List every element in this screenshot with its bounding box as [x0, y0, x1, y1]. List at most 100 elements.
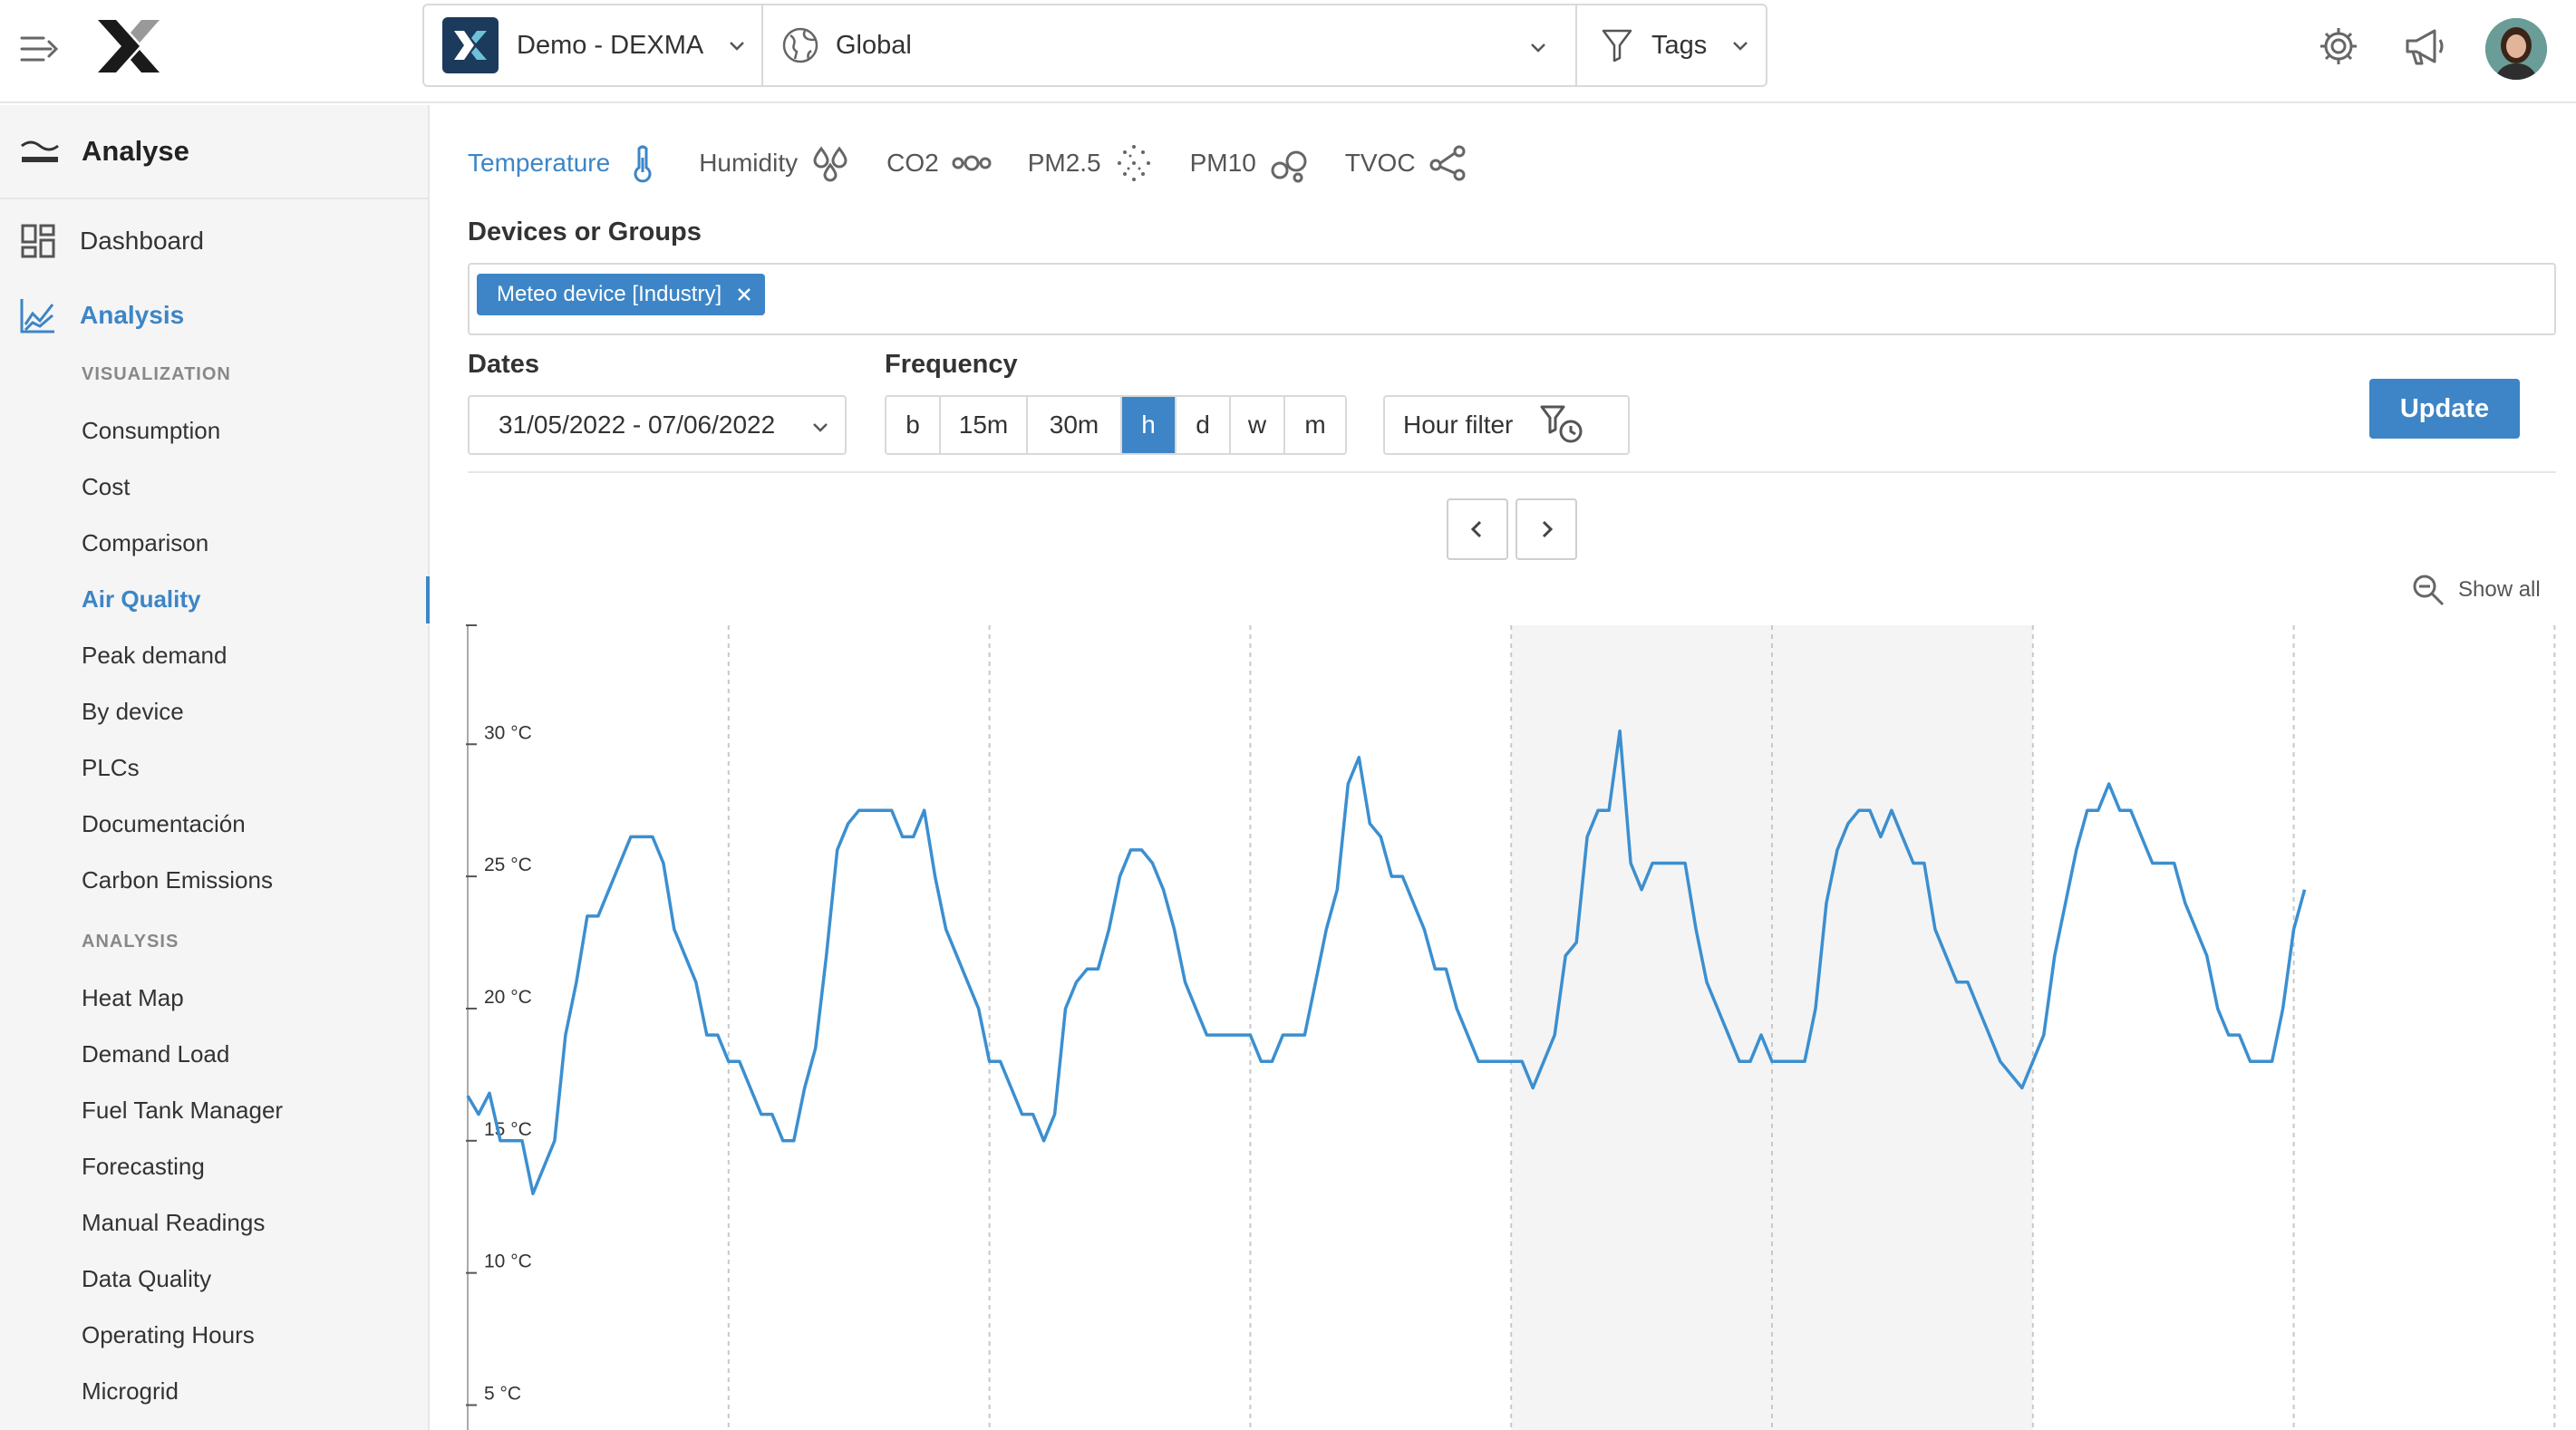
tags-filter[interactable]: Tags: [1577, 5, 1766, 85]
hour-filter-label: Hour filter: [1403, 411, 1514, 439]
temperature-chart[interactable]: 30 °C 25 °C 20 °C 15 °C 10 °C 5 °C: [453, 616, 2576, 1430]
molecule-icon: [952, 155, 992, 171]
chevron-left-icon: [1470, 520, 1482, 538]
devices-label: Devices or Groups: [468, 217, 702, 246]
y-tick-label: 10 °C: [484, 1251, 532, 1272]
nav-microgrid[interactable]: Microgrid: [82, 1377, 179, 1406]
account-logo-icon: [442, 17, 499, 73]
zoom-out-icon: [2413, 575, 2445, 606]
tab-temperature[interactable]: Temperature: [468, 143, 663, 183]
next-period-button[interactable]: [1516, 498, 1577, 560]
y-tick-label: 25 °C: [484, 855, 532, 875]
nav-demand-load[interactable]: Demand Load: [82, 1040, 229, 1068]
tab-co2[interactable]: CO2: [886, 143, 992, 183]
sidebar-header-label: Analyse: [82, 135, 189, 167]
update-button[interactable]: Update: [2369, 379, 2520, 439]
y-tick-label: 30 °C: [484, 722, 532, 743]
location-selector[interactable]: Global: [763, 5, 1577, 85]
nav-manual-readings[interactable]: Manual Readings: [82, 1209, 265, 1237]
previous-period-button[interactable]: [1447, 498, 1508, 560]
nav-dashboard-label: Dashboard: [80, 227, 204, 255]
tab-tvoc[interactable]: TVOC: [1345, 143, 1468, 183]
nav-plcs[interactable]: PLCs: [82, 754, 140, 782]
nav-analysis-label: Analysis: [80, 301, 185, 329]
chevron-down-icon: [1733, 42, 1748, 51]
dashboard-icon: [21, 224, 55, 258]
show-all-button[interactable]: Show all: [2411, 573, 2541, 607]
section-title-visualization: VISUALIZATION: [82, 364, 231, 384]
nav-fuel-tank-manager[interactable]: Fuel Tank Manager: [82, 1097, 283, 1125]
context-selector: Demo - DEXMA Global Tags: [422, 4, 1767, 87]
freq-d-button[interactable]: d: [1177, 397, 1231, 453]
menu-toggle-icon[interactable]: [18, 27, 62, 71]
account-label: Demo - DEXMA: [517, 30, 704, 60]
freq-30m-button[interactable]: 30m: [1028, 397, 1122, 453]
share-icon: [1429, 145, 1466, 181]
globe-icon: [782, 27, 818, 63]
nav-comparison[interactable]: Comparison: [82, 529, 208, 557]
nav-dashboard[interactable]: Dashboard: [20, 223, 204, 259]
chevron-down-icon: [1531, 43, 1545, 53]
freq-h-button[interactable]: h: [1122, 397, 1177, 453]
analyse-icon: [21, 140, 59, 162]
freq-m-button[interactable]: m: [1285, 397, 1345, 453]
tab-pm25-label: PM2.5: [1027, 149, 1101, 177]
sidebar-header[interactable]: Analyse: [0, 105, 430, 199]
y-tick-label: 5 °C: [484, 1383, 521, 1404]
date-range-select[interactable]: 31/05/2022 - 07/06/2022: [468, 395, 847, 455]
thermometer-icon: [634, 145, 652, 183]
sidebar: Analyse Dashboard Analysis VISUALIZATION…: [0, 105, 430, 1430]
droplets-icon: [813, 146, 847, 182]
nav-by-device[interactable]: By device: [82, 698, 184, 726]
tab-co2-label: CO2: [886, 149, 939, 177]
tab-pm10[interactable]: PM10: [1190, 143, 1309, 183]
tab-pm25[interactable]: PM2.5: [1028, 143, 1154, 183]
bubbles-icon: [1271, 150, 1307, 183]
filters-divider: [468, 471, 2556, 473]
section-title-analysis: ANALYSIS: [82, 932, 179, 952]
dexma-logo[interactable]: [94, 16, 163, 76]
nav-operating-hours[interactable]: Operating Hours: [82, 1321, 255, 1349]
gear-icon[interactable]: [2316, 24, 2361, 69]
freq-15m-button[interactable]: 15m: [941, 397, 1028, 453]
nav-air-quality[interactable]: Air Quality: [82, 585, 200, 614]
metric-tabs: Temperature Humidity CO2 PM2.5 PM10 TVOC: [468, 140, 1505, 187]
nav-carbon-emissions[interactable]: Carbon Emissions: [82, 866, 273, 894]
device-chip[interactable]: Meteo device [Industry]: [477, 274, 766, 315]
device-chip-label: Meteo device [Industry]: [497, 282, 722, 306]
show-all-label: Show all: [2458, 577, 2541, 602]
chevron-down-icon: [813, 423, 828, 432]
tags-label: Tags: [1651, 30, 1708, 60]
tab-tvoc-label: TVOC: [1344, 149, 1416, 177]
nav-documentacion[interactable]: Documentación: [82, 810, 246, 838]
nav-forecasting[interactable]: Forecasting: [82, 1153, 205, 1181]
nav-peak-demand[interactable]: Peak demand: [82, 642, 227, 670]
chevron-right-icon: [1542, 520, 1554, 538]
tab-pm10-label: PM10: [1189, 149, 1256, 177]
account-selector[interactable]: Demo - DEXMA: [424, 5, 763, 85]
active-indicator: [426, 576, 430, 623]
filter-icon: [1602, 29, 1632, 63]
nav-consumption[interactable]: Consumption: [82, 417, 220, 445]
nav-data-quality[interactable]: Data Quality: [82, 1265, 211, 1293]
nav-heat-map[interactable]: Heat Map: [82, 984, 184, 1012]
close-icon[interactable]: [736, 286, 752, 303]
frequency-buttons: b 15m 30m h d w m: [885, 395, 1347, 455]
devices-input[interactable]: Meteo device [Industry]: [468, 263, 2556, 335]
freq-b-button[interactable]: b: [886, 397, 941, 453]
weekend-band: [1511, 625, 1772, 1430]
dates-label: Dates: [468, 350, 539, 379]
megaphone-icon[interactable]: [2402, 24, 2447, 69]
chevron-down-icon: [730, 42, 745, 51]
hour-filter-button[interactable]: Hour filter: [1383, 395, 1630, 455]
tab-temperature-label: Temperature: [468, 149, 611, 177]
y-tick-label: 20 °C: [484, 987, 532, 1008]
date-range-value: 31/05/2022 - 07/06/2022: [499, 411, 776, 439]
nav-analysis[interactable]: Analysis: [20, 297, 184, 333]
user-avatar[interactable]: [2485, 18, 2547, 80]
freq-w-button[interactable]: w: [1231, 397, 1285, 453]
tab-humidity[interactable]: Humidity: [699, 143, 850, 183]
location-label: Global: [836, 30, 912, 60]
y-tick-label: 15 °C: [484, 1119, 532, 1140]
nav-cost[interactable]: Cost: [82, 473, 130, 501]
